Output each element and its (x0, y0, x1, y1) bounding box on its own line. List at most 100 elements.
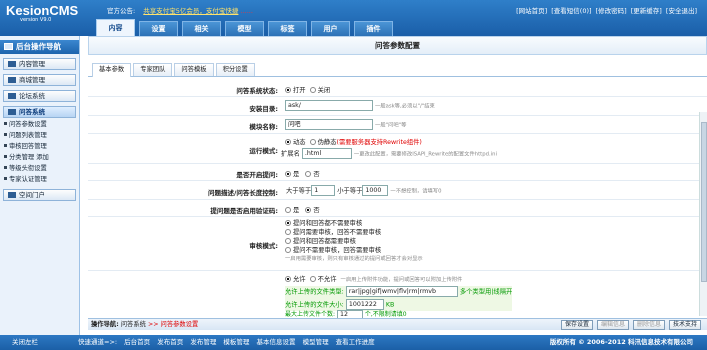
quick-link-template-manage[interactable]: 模板管理 (223, 338, 249, 346)
notice-bar: 官方公告: 共享支付宝5亿会员，支付宝快捷 ...... (107, 5, 367, 15)
save-settings-button[interactable]: 保存设置 (560, 320, 593, 330)
sub-item-ranks[interactable]: 等级头衔设置 (2, 163, 79, 174)
quick-link-progress[interactable]: 查看工作进度 (336, 338, 375, 346)
tab-content[interactable]: 内容 (96, 19, 135, 36)
sidebar-item-content[interactable]: 内容管理 (3, 58, 76, 70)
guest-label: 是否开启提问: (236, 171, 278, 179)
quick-link-admin-home[interactable]: 后台首页 (124, 338, 150, 346)
subtab-points[interactable]: 积分设置 (215, 63, 255, 76)
notice-link[interactable]: 共享支付宝5亿会员，支付宝快捷 (143, 7, 238, 15)
sidebar-title-text: 后台操作导航 (16, 42, 61, 51)
close-left-column-link[interactable]: 关闭左栏 (12, 335, 38, 349)
quick-link-publish-home[interactable]: 发布首页 (157, 338, 183, 346)
subtab-templates[interactable]: 问答模板 (174, 63, 214, 76)
length-gt-label: 大于等于 (286, 187, 312, 195)
audit-option-radio[interactable] (285, 229, 291, 235)
monitor-icon (8, 109, 16, 115)
sidebar-item-qa[interactable]: 问答系统 (3, 106, 76, 118)
audit-option-radio[interactable] (285, 238, 291, 244)
subtab-basic[interactable]: 基本参数 (92, 63, 132, 77)
link-update-cache[interactable]: [更新缓存] (631, 7, 662, 15)
verify-yes-radio[interactable] (285, 207, 291, 213)
action-bar: 操作导航: 问答系统 >> 问答参数设置 保存设置 编辑信息 删除信息 技术支持 (88, 318, 707, 330)
module-name-input[interactable]: 问吧 (285, 119, 373, 130)
tab-plugins[interactable]: 插件 (354, 21, 393, 36)
length-min-input[interactable]: 1 (311, 185, 336, 196)
run-mode-pseudo-radio[interactable] (309, 139, 316, 145)
upload-types-input[interactable]: rar|jpg|gif|wmv|flv|rm|rmvb (345, 286, 458, 297)
link-site-home[interactable]: [网站首页] (516, 7, 547, 15)
audit-hint: 一启用需要审核，则只有审核通过的提问或回答才会对显示 (285, 256, 423, 262)
sub-item-experts[interactable]: 专家认证管理 (2, 174, 79, 185)
verify-no-radio[interactable] (305, 207, 312, 213)
sidebar-item-forum[interactable]: 论坛系统 (3, 90, 76, 102)
upload-allow-radio[interactable] (285, 276, 291, 282)
row-run-mode: 运行模式: 动态 伪静态(需要服务器支持Rewrite组件) 扩展名 .html… (88, 134, 707, 164)
main-scrollbar[interactable] (699, 112, 707, 316)
ext-input[interactable]: .html (301, 148, 352, 159)
subtab-experts[interactable]: 专家团队 (133, 63, 173, 76)
link-messages[interactable]: [查看短信(0)] (551, 7, 591, 15)
guest-yes-radio[interactable] (285, 171, 291, 177)
quick-links: 快速通道=>: 后台首页 发布首页 发布管理 模板管理 基本信息设置 模型管理 … (78, 335, 380, 349)
sub-item-categories[interactable]: 分类管理 添加 (2, 152, 79, 163)
sidebar-item-label: 商城管理 (19, 76, 45, 84)
logo-name: KesionCMS (6, 3, 79, 18)
audit-option-radio[interactable] (285, 220, 291, 226)
length-wrap: 大于等于 1 小于等于 1000 一不想控制，请填写0 (286, 185, 441, 196)
scrollbar-thumb[interactable] (701, 122, 707, 282)
length-hint: 一不想控制，请填写0 (390, 188, 442, 195)
copyright: 版权所有 © 2006-2012 科汛信息技术有限公司 (549, 338, 693, 346)
upload-size-unit: KB (385, 301, 395, 308)
upload-count-row: 最大上传文件个数: 12 个,不限制请填0 (285, 309, 407, 318)
link-logout[interactable]: [安全退出] (666, 7, 697, 15)
sub-item-qa-params[interactable]: 问答参数设置 (2, 119, 79, 130)
status-on-label: 打开 (293, 87, 306, 94)
link-change-password[interactable]: [修改密码] (596, 7, 627, 15)
guest-no-label: 否 (313, 171, 320, 178)
row-module-name: 模块名称: 问吧 一般"问吧"等 (88, 116, 707, 134)
sidebar-item-label: 论坛系统 (19, 92, 45, 100)
tab-labels[interactable]: 标签 (268, 21, 307, 36)
sidebar-item-shop[interactable]: 商城管理 (3, 74, 76, 86)
guest-no-radio[interactable] (305, 171, 312, 177)
quick-link-model-manage[interactable]: 模型管理 (303, 338, 329, 346)
length-max-input[interactable]: 1000 (362, 185, 389, 196)
dir-input[interactable]: ask/ (285, 100, 373, 111)
sub-item-question-list[interactable]: 问题列表管理 (2, 130, 79, 141)
delete-info-button[interactable]: 删除信息 (632, 320, 665, 330)
top-links: [网站首页] [查看短信(0)] [修改密码] [更新缓存] [安全退出] (514, 5, 697, 15)
quick-link-basic-info[interactable]: 基本信息设置 (256, 338, 295, 346)
sidebar-title: 后台操作导航 (0, 40, 79, 54)
audit-options: 提问和回答都不需要审核 提问需要审核，回答不需要审核 提问和回答都需要审核 提问… (285, 219, 423, 264)
status-off-radio[interactable] (309, 87, 316, 93)
main-tabs: 内容 设置 相关 模型 标签 用户 插件 (96, 19, 397, 36)
sidebar: 后台操作导航 内容管理 商城管理 论坛系统 问答系统 问答参数设置 问题列表管理… (0, 36, 80, 336)
breadcrumb-qa-system[interactable]: 问答系统 (121, 321, 146, 328)
tab-users[interactable]: 用户 (311, 21, 350, 36)
audit-label: 审核模式: (249, 242, 278, 250)
row-status: 问答系统状态: 打开 关闭 (88, 81, 707, 97)
run-mode-dynamic-radio[interactable] (285, 139, 291, 145)
run-mode-pseudo-label: 伪静态 (317, 139, 337, 146)
tab-settings[interactable]: 设置 (139, 21, 178, 36)
module-name-hint: 一般"问吧"等 (375, 122, 407, 129)
edit-info-button[interactable]: 编辑信息 (596, 320, 629, 330)
sub-item-audit-answers[interactable]: 审核回答管理 (2, 141, 79, 152)
main-panel: 问答参数配置 基本参数 专家团队 问答模板 积分设置 问答系统状态: 打开 关闭… (88, 36, 707, 336)
tab-models[interactable]: 模型 (225, 21, 264, 36)
quick-link-publish-manage[interactable]: 发布管理 (190, 338, 216, 346)
row-length: 问题描述/问答长度控制: 大于等于 1 小于等于 1000 一不想控制，请填写0 (88, 181, 707, 200)
upload-wrap: 允许 不允许 一启用上传附件功能，提问或回答可以附加上传附件 允许上传的文件类型… (285, 274, 513, 311)
tab-related[interactable]: 相关 (182, 21, 221, 36)
upload-deny-radio[interactable] (309, 276, 316, 282)
ext-hint: 一更改此配置，需要修改ISAPI_Rewrite的配置文件httpd.ini (353, 151, 497, 158)
status-on-radio[interactable] (285, 87, 291, 93)
audit-option-radio[interactable] (285, 247, 291, 253)
tech-support-button[interactable]: 技术支持 (668, 320, 701, 330)
sidebar-item-space[interactable]: 空间门户 (3, 189, 76, 201)
upload-count-input[interactable]: 12 (336, 310, 363, 318)
monitor-icon (8, 77, 16, 83)
upload-size-input[interactable]: 1001222 (345, 298, 384, 310)
page-title: 问答参数配置 (88, 36, 707, 55)
